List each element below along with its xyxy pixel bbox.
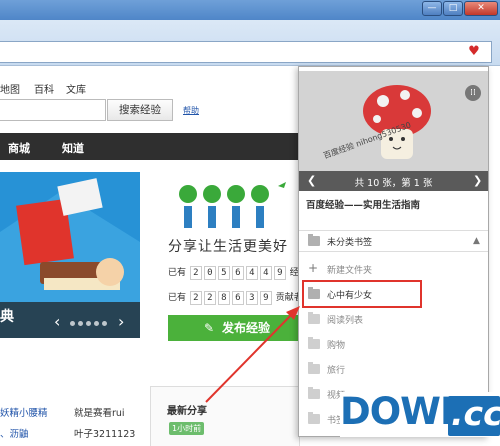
tree-people-logo-icon <box>179 182 286 228</box>
banner-caption: 典 <box>0 309 14 325</box>
search-input[interactable] <box>0 99 106 121</box>
minimize-button[interactable]: — <box>422 1 442 16</box>
window-titlebar: — □ ✕ <box>0 0 500 20</box>
banner-prev-icon[interactable]: ‹ <box>54 312 60 331</box>
default-folder-label: 未分类书签 <box>327 238 373 248</box>
nav-item-zhidao[interactable]: 知道 <box>62 140 84 156</box>
top-link-wenku[interactable]: 文库 <box>66 81 86 96</box>
new-folder-item[interactable]: + 新建文件夹 <box>299 259 488 281</box>
folder-icon <box>308 337 320 349</box>
user-name: 叶子3211123 <box>74 429 136 440</box>
user-name: 就是赛看rui <box>74 408 125 419</box>
next-image-icon[interactable]: ❯ <box>473 174 482 187</box>
stat-experiences: 已有 2056449 经 <box>168 266 299 280</box>
grid-menu-icon[interactable]: ⁞⁞ <box>465 85 481 101</box>
down-cc-logo: DOWN .cc <box>340 390 500 437</box>
top-link-baike[interactable]: 百科 <box>34 81 54 96</box>
search-button[interactable]: 搜索经验 <box>107 99 173 121</box>
folder-icon <box>308 387 320 399</box>
folder-item-shopping[interactable]: 购物 <box>299 334 488 356</box>
bookmark-popup: ⁞⁞ 百度经验 nihong530530 ❮ 共 10 张，第 1 张 ❯ 百度… <box>298 66 489 437</box>
slogan-text: 分享让生活更美好 <box>168 239 288 255</box>
logo-suffix: .cc <box>451 394 500 433</box>
banner-next-icon[interactable]: › <box>118 312 124 331</box>
folder-icon <box>308 234 320 246</box>
plus-icon: + <box>308 261 319 275</box>
user-link[interactable]: 妖精小腰精 <box>0 405 48 419</box>
collapse-icon[interactable]: ▲ <box>473 236 480 246</box>
address-bar[interactable] <box>0 41 492 63</box>
folder-label: 阅读列表 <box>327 316 364 326</box>
banner-dots <box>70 318 110 329</box>
bookmark-title[interactable]: 百度经验——实用生活指南 <box>306 197 420 211</box>
time-badge: 1小时前 <box>169 422 205 435</box>
folder-label: 旅行 <box>327 366 346 376</box>
new-folder-label: 新建文件夹 <box>327 266 373 276</box>
image-pager: ❮ 共 10 张，第 1 张 ❯ <box>299 171 488 191</box>
folder-icon <box>308 362 320 374</box>
nav-item-mall[interactable]: 商城 <box>8 140 30 156</box>
top-link-map[interactable]: 地图 <box>0 81 20 96</box>
user-link[interactable]: 、沥鼬 <box>0 426 29 440</box>
folder-icon <box>308 412 320 424</box>
maximize-button[interactable]: □ <box>443 1 463 16</box>
main-navbar: 商城 知道 <box>0 133 298 160</box>
folder-item-reading-list[interactable]: 阅读列表 <box>299 309 488 331</box>
close-window-button[interactable]: ✕ <box>464 1 498 16</box>
help-link[interactable]: 帮助 <box>183 105 199 116</box>
red-arrow-annotation <box>205 306 300 403</box>
default-folder-header[interactable]: 未分类书签 ▲ <box>299 230 488 252</box>
bookmark-heart-icon[interactable]: ♥ <box>465 44 483 60</box>
folder-item-travel[interactable]: 旅行 <box>299 359 488 381</box>
folder-label: 购物 <box>327 341 346 351</box>
pager-text: 共 10 张，第 1 张 <box>354 178 433 189</box>
highlight-box <box>302 280 422 308</box>
page-thumbnail: ⁞⁞ 百度经验 nihong530530 <box>299 71 488 171</box>
folder-icon <box>308 312 320 324</box>
